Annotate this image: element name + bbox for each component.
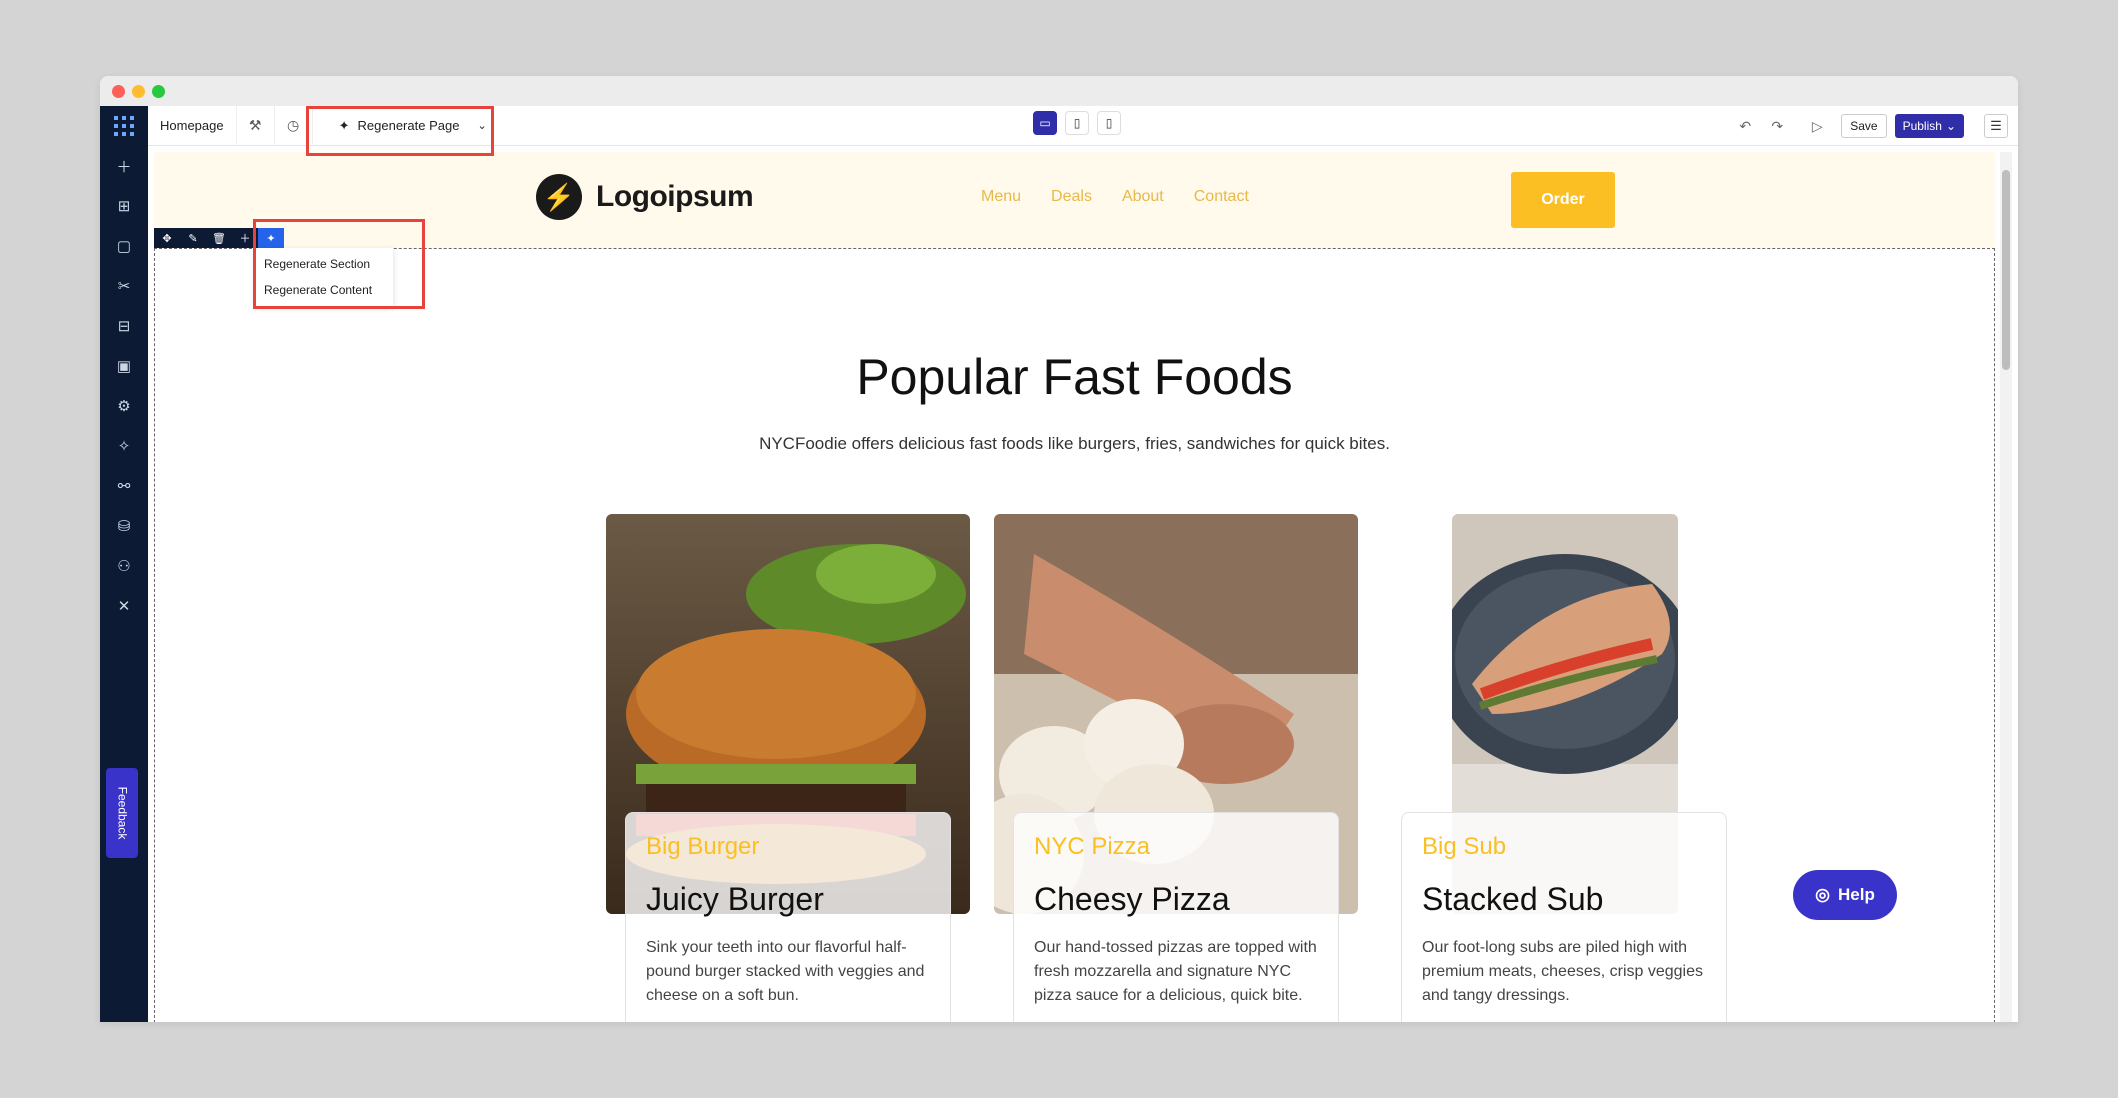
undo-icon[interactable]: ↶ [1729, 106, 1761, 146]
settings-icon[interactable]: ⚙ [100, 386, 148, 426]
order-button[interactable]: Order [1511, 172, 1615, 228]
hamburger-menu-icon[interactable]: ☰ [1984, 114, 2008, 138]
redo-icon[interactable]: ↷ [1761, 106, 1793, 146]
regenerate-menu-highlight [253, 219, 425, 309]
product-card[interactable]: NYC Pizza Cheesy Pizza Our hand-tossed p… [1013, 812, 1339, 1022]
app-logo-icon [114, 115, 134, 136]
image-icon[interactable]: ▣ [100, 346, 148, 386]
add-icon[interactable]: ＋ [100, 146, 148, 186]
card-category: Big Sub [1422, 833, 1507, 860]
card-title: Stacked Sub [1422, 881, 1604, 917]
product-card[interactable]: Big Sub Stacked Sub Our foot-long subs a… [1401, 812, 1727, 1022]
site-header[interactable]: ⚡ Logoipsum Menu Deals About Contact Ord… [154, 152, 1995, 248]
nav-item-deals[interactable]: Deals [1051, 188, 1092, 206]
section-headline: Popular Fast Foods [856, 349, 1293, 405]
help-button[interactable]: ◎ Help [1793, 870, 1897, 920]
sitemap-icon[interactable]: ⊟ [100, 306, 148, 346]
minimize-window-button[interactable] [132, 85, 145, 98]
users-icon[interactable]: ⚇ [100, 546, 148, 586]
toolbar-actions: ↶ ↷ ▷ Save Publish ⌄ ☰ [1729, 106, 2018, 146]
page-selector[interactable]: Homepage [148, 105, 237, 146]
page-icon[interactable]: ▢ [100, 226, 148, 266]
device-switcher: ▭ ▯ ▯ [1033, 111, 1121, 135]
wrench-icon[interactable]: ⚒ [237, 105, 275, 146]
lifebuoy-icon: ◎ [1815, 885, 1830, 904]
integrations-icon[interactable]: ⚯ [100, 466, 148, 506]
editor-canvas: ⚡ Logoipsum Menu Deals About Contact Ord… [154, 152, 1995, 1022]
delete-icon[interactable]: 🗑 [206, 228, 232, 248]
nav-item-contact[interactable]: Contact [1194, 188, 1249, 206]
app-logo[interactable] [100, 105, 148, 146]
card-title: Cheesy Pizza [1034, 881, 1230, 917]
logo-text: Logoipsum [596, 180, 754, 213]
desktop-view-icon[interactable]: ▭ [1033, 111, 1057, 135]
ai-sparkle-icon[interactable]: ✧ [100, 426, 148, 466]
scrollbar-thumb[interactable] [2002, 170, 2010, 370]
canvas-scrollbar[interactable] [2000, 152, 2012, 1022]
card-description: Our hand-tossed pizzas are topped with f… [1034, 939, 1317, 1004]
help-label: Help [1838, 885, 1875, 904]
card-category: NYC Pizza [1034, 833, 1151, 860]
browser-window: Homepage ⚒ ◷ ✦ Regenerate Page ⌄ ▭ ▯ ▯ ↶… [100, 76, 2018, 1022]
tools-icon[interactable]: ✕ [100, 586, 148, 626]
layout-icon[interactable]: ⊞ [100, 186, 148, 226]
site-nav: Menu Deals About Contact [981, 188, 1249, 206]
preview-icon[interactable]: ▷ [1801, 106, 1833, 146]
feedback-tab[interactable]: Feedback [106, 768, 138, 858]
maximize-window-button[interactable] [152, 85, 165, 98]
publish-label: Publish [1902, 119, 1942, 133]
database-icon[interactable]: ⛁ [100, 506, 148, 546]
feedback-label: Feedback [115, 786, 130, 840]
lightning-bolt-icon: ⚡ [536, 174, 582, 220]
card-category: Big Burger [646, 833, 760, 860]
mobile-view-icon[interactable]: ▯ [1097, 111, 1121, 135]
nav-item-about[interactable]: About [1122, 188, 1164, 206]
section-subhead: NYCFoodie offers delicious fast foods li… [759, 434, 1390, 453]
notes-icon[interactable]: ☰ [100, 1008, 148, 1022]
edit-icon[interactable]: ✎ [180, 228, 206, 248]
nav-item-menu[interactable]: Menu [981, 188, 1021, 206]
publish-button[interactable]: Publish ⌄ [1894, 114, 1964, 138]
card-title: Juicy Burger [646, 881, 824, 917]
close-window-button[interactable] [112, 85, 125, 98]
move-icon[interactable]: ✥ [154, 228, 180, 248]
editor-sidebar: ＋ ⊞ ▢ ✂ ⊟ ▣ ⚙ ✧ ⚯ ⛁ ⚇ ✕ Feedback ☰ ⟲ [100, 146, 148, 1022]
design-tools-icon[interactable]: ✂ [100, 266, 148, 306]
chevron-down-icon: ⌄ [1945, 119, 1956, 133]
site-logo[interactable]: ⚡ Logoipsum [536, 174, 754, 220]
product-card[interactable]: Big Burger Juicy Burger Sink your teeth … [625, 812, 951, 1022]
save-button[interactable]: Save [1841, 114, 1887, 138]
window-titlebar [100, 76, 2018, 106]
card-description: Our foot-long subs are piled high with p… [1422, 939, 1703, 1004]
regenerate-page-highlight [306, 106, 494, 156]
card-description: Sink your teeth into our flavorful half-… [646, 939, 925, 1004]
tablet-view-icon[interactable]: ▯ [1065, 111, 1089, 135]
